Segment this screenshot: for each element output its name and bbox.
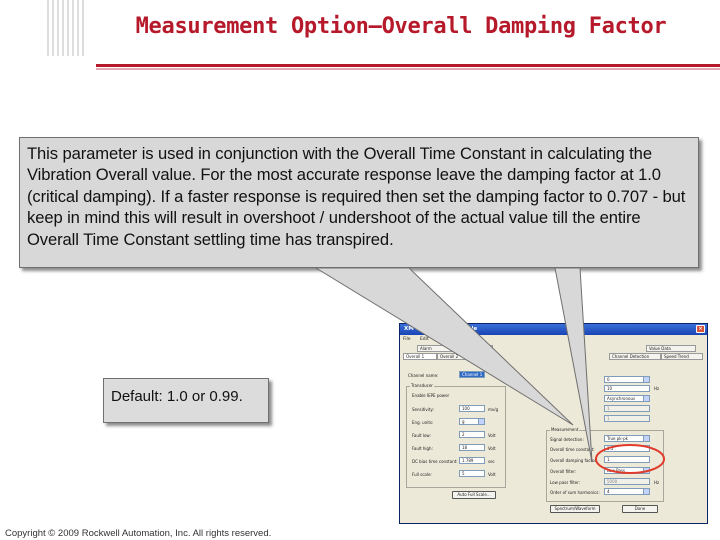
close-icon[interactable]: ×: [696, 325, 705, 333]
full-scale-input[interactable]: 5: [459, 470, 485, 477]
slide-title: Measurement Option–Overall Damping Facto…: [135, 14, 667, 39]
right-field-4[interactable]: 1: [604, 405, 650, 412]
tab-channel-detection[interactable]: Channel Detection: [609, 353, 661, 360]
sensitivity-input[interactable]: 100: [459, 405, 485, 412]
harmonics-label: Order of sum harmonics:: [550, 490, 600, 495]
tab-row1-2[interactable]: Relay: [457, 345, 493, 352]
title-decoration-lines: [47, 0, 84, 56]
fault-low-label: Fault low:: [412, 433, 431, 438]
chevron-down-icon[interactable]: [643, 436, 649, 441]
overall-filter-select[interactable]: Low Pass: [604, 467, 650, 474]
chevron-down-icon[interactable]: [643, 468, 649, 473]
chevron-down-icon[interactable]: [478, 419, 484, 424]
right-field-2-unit: Hz: [654, 386, 660, 391]
signal-detection-value: True pk-pk: [607, 436, 628, 441]
right-field-5[interactable]: 1: [604, 415, 650, 422]
callout-text: This parameter is used in conjunction wi…: [27, 144, 686, 249]
default-text: Default: 1.0 or 0.99.: [111, 388, 243, 405]
dialog-title-bar: XM 122 gSE Vib Module ×: [400, 324, 707, 335]
dc-bias-input[interactable]: 1.789: [459, 457, 485, 464]
tab-row1-3[interactable]: Value Data: [646, 345, 696, 352]
signal-detection-label: Signal detection:: [550, 437, 584, 442]
module-config-dialog: XM 122 gSE Vib Module × File Edit Device…: [399, 323, 708, 524]
fault-low-input[interactable]: 2: [459, 431, 485, 438]
dialog-menu-bar: File Edit Device Help: [403, 337, 481, 342]
damping-factor-label: Overall damping factor:: [550, 458, 598, 463]
harmonics-value: 4: [607, 489, 610, 494]
full-scale-unit: Volt: [488, 472, 496, 477]
fault-high-label: Fault high:: [412, 446, 433, 451]
dc-bias-label: DC bias time constant:: [412, 459, 458, 464]
fault-high-input[interactable]: 18: [459, 444, 485, 451]
eng-units-select[interactable]: g: [459, 418, 485, 425]
auto-full-scale-button[interactable]: Auto Full Scale...: [452, 491, 496, 499]
eng-units-label: Eng. units:: [412, 420, 434, 425]
sensitivity-label: Sensitivity:: [412, 407, 434, 412]
channel-name-input[interactable]: Channel 1: [459, 371, 485, 378]
chevron-down-icon[interactable]: [643, 377, 649, 382]
transducer-group-label: Transducer: [410, 383, 434, 388]
eng-units-value: g: [462, 419, 465, 424]
dialog-tabs: Alarm Relay Value Data Overall 1 Overall…: [403, 345, 706, 363]
harmonics-select[interactable]: 4: [604, 488, 650, 495]
enable-iepe-checkbox[interactable]: Enable IEPE power: [412, 393, 449, 398]
right-field-1[interactable]: 0: [604, 376, 650, 383]
fault-low-unit: Volt: [488, 433, 496, 438]
right-field-1-value: 0: [607, 377, 610, 382]
chevron-down-icon[interactable]: [643, 396, 649, 401]
title-rule: [96, 64, 720, 70]
time-constant-label: Overall time constant:: [550, 447, 595, 452]
channel-name-label: Channel name:: [408, 373, 439, 378]
time-constant-input[interactable]: 1.5: [604, 445, 650, 452]
low-pass-input[interactable]: 5000: [604, 478, 650, 485]
dialog-title: XM 122 gSE Vib Module: [404, 326, 478, 332]
tab-overall-1[interactable]: Overall 1: [403, 353, 437, 360]
right-field-2[interactable]: 10: [604, 385, 650, 392]
full-scale-label: Full scale:: [412, 472, 432, 477]
copyright-text: Copyright © 2009 Rockwell Automation, In…: [5, 528, 272, 539]
damping-factor-input[interactable]: 1: [604, 456, 650, 463]
tab-overall-2[interactable]: Overall 2: [437, 353, 475, 360]
dc-bias-unit: sec: [488, 459, 495, 464]
signal-detection-select[interactable]: True pk-pk: [604, 435, 650, 442]
tab-speed-trend[interactable]: Speed Trend: [661, 353, 703, 360]
chevron-down-icon[interactable]: [643, 489, 649, 494]
overall-filter-label: Overall filter:: [550, 469, 577, 474]
sensitivity-unit: mv/g: [488, 407, 499, 412]
low-pass-label: Low pass filter:: [550, 480, 581, 485]
right-field-3[interactable]: Asynchronous: [604, 395, 650, 402]
spectrum-waveform-button[interactable]: Spectrum/Waveform: [550, 505, 600, 513]
fault-high-unit: Volt: [488, 446, 496, 451]
menu-help[interactable]: Help: [463, 337, 473, 342]
overall-filter-value: Low Pass: [607, 468, 625, 473]
menu-edit[interactable]: Edit: [420, 337, 429, 342]
done-button[interactable]: Done: [622, 505, 658, 513]
menu-device[interactable]: Device: [438, 337, 453, 342]
menu-file[interactable]: File: [403, 337, 411, 342]
right-field-3-value: Asynchronous: [607, 396, 636, 401]
measurement-group-label: Measurement: [550, 427, 580, 432]
low-pass-unit: Hz: [654, 480, 660, 485]
tab-row1-1[interactable]: Alarm: [417, 345, 457, 352]
